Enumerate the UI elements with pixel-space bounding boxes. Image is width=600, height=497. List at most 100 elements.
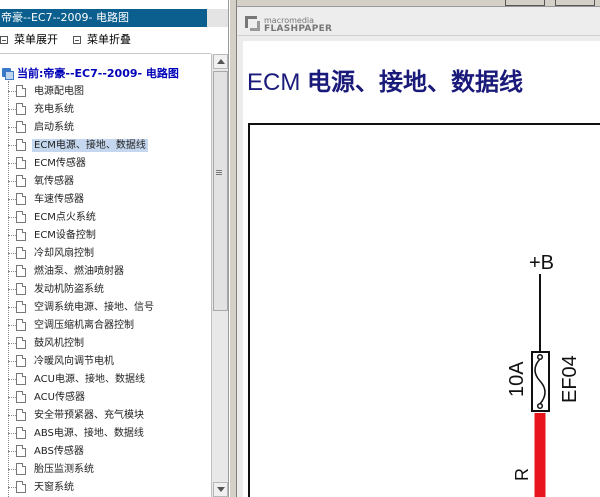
tree-branch-line [8,198,16,200]
tree-item[interactable]: ECM电源、接地、数据线 [8,136,148,154]
tree-item[interactable]: 冷却风扇控制 [8,244,96,262]
wire-color-label: R [512,468,532,481]
document-icon [16,445,26,457]
document-icon [16,247,26,259]
tree-branch-line [8,360,16,362]
flashpaper-logo-icon [245,16,262,33]
tree-branch-line [8,108,16,110]
tree-item[interactable]: ACU传感器 [8,388,87,406]
document-icon [16,481,26,493]
tree-branch-line [8,486,16,488]
tree-branch-line [8,162,16,164]
scroll-up-arrow-icon[interactable] [213,54,228,69]
tree-item-label: 充电系统 [34,103,74,115]
fuse-terminal-bottom [536,402,544,410]
fuse-terminal-top [536,353,544,361]
toolbar-button[interactable] [505,0,545,6]
fuse-id-label: EF04 [559,355,581,403]
tree-item-label: ECM点火系统 [34,211,96,223]
tree-branch-line [8,180,16,182]
document-icon [16,427,26,439]
document-icon [16,229,26,241]
tree-item-label: ABS传感器 [34,445,84,457]
flashpaper-header: macromedia FLASHPAPER [237,8,600,36]
tree-branch-line [8,252,16,254]
tree-item[interactable]: 发动机防盗系统 [8,280,106,298]
expand-icon [0,36,8,44]
tree-item-label: 燃油泵、燃油喷射器 [34,265,124,277]
tree-item-label: 氧传感器 [34,175,74,187]
tree-item-label: ACU传感器 [34,391,85,403]
tree-item[interactable]: ABS电源、接地、数据线 [8,424,146,442]
tree-branch-line [8,342,16,344]
scrollbar-grip-icon [216,170,222,175]
viewer-top-bar [237,0,600,7]
document-icon [16,319,26,331]
expand-menu-label: 菜单展开 [14,33,58,46]
tree-item-label: 冷却风扇控制 [34,247,94,259]
tree-item-label: 安全带预紧器、充气模块 [34,409,144,421]
tree-branch-line [8,216,16,218]
tree-item[interactable]: ECM设备控制 [8,226,98,244]
pane-splitter[interactable] [229,0,237,497]
book-icon [2,67,14,80]
tree-item[interactable]: 鼓风机控制 [8,334,86,352]
tree-item[interactable]: 空调压缩机离合器控制 [8,316,136,334]
document-tree: 当前:帝豪--EC7--2009- 电路图 电源配电图充电系统启动系统 ECM电源… [0,64,211,497]
tree-root[interactable]: 当前:帝豪--EC7--2009- 电路图 [2,64,179,82]
tree-item[interactable]: 空调系统电源、接地、信号 [8,298,156,316]
tree-item[interactable]: 胎压监测系统 [8,460,96,478]
toolbar-button[interactable] [555,0,595,6]
navigation-title: 帝豪--EC7--2009- 电路图 [0,9,207,27]
navigation-pane: 帝豪--EC7--2009- 电路图 菜单展开 菜单折叠 当前:帝豪--EC7-… [0,0,229,497]
tree-item-label: ECM设备控制 [34,229,96,241]
tree-item[interactable]: ABS传感器 [8,442,86,460]
tree-item[interactable]: 天窗系统 [8,478,76,496]
toolbar-divider [0,53,211,54]
tree-item[interactable]: 电源配电图 [8,82,86,100]
tree-item[interactable]: 冷暖风向调节电机 [8,352,116,370]
tree-item[interactable]: 安全带预紧器、充气模块 [8,406,146,424]
tree-branch-line [8,432,16,434]
tree-branch-line [8,234,16,236]
tree-scrollbar[interactable] [211,54,228,497]
tree-item[interactable]: ECM点火系统 [8,208,98,226]
tree-branch-line [8,90,16,92]
tree-item-label: 启动系统 [34,121,74,133]
document-icon [16,265,26,277]
tree-branch-line [8,396,16,398]
supply-label: +B [529,252,554,274]
tree-item-label: 鼓风机控制 [34,337,84,349]
document-icon [16,211,26,223]
app-window: 帝豪--EC7--2009- 电路图 菜单展开 菜单折叠 当前:帝豪--EC7-… [0,0,600,497]
tree-branch-line [8,306,16,308]
document-icon [16,355,26,367]
tree-item-label: 天窗系统 [34,481,74,493]
tree-branch-line [8,414,16,416]
tree-branch-line [8,288,16,290]
tree-item-label: ECM电源、接地、数据线 [32,138,148,152]
tree-item[interactable]: ECM传感器 [8,154,88,172]
expand-menu-button[interactable]: 菜单展开 [0,33,58,47]
fuse-rating-label: 10A [506,361,528,397]
document-icon [16,373,26,385]
document-icon [16,283,26,295]
tree-item[interactable]: 启动系统 [8,118,76,136]
tree-branch-line [8,126,16,128]
tree-item-label: ACU电源、接地、数据线 [34,373,145,385]
scrollbar-thumb[interactable] [213,71,228,311]
tree-branch-line [8,144,16,146]
tree-item[interactable]: 氧传感器 [8,172,76,190]
tree-branch-line [8,378,16,380]
tree-branch-line [8,450,16,452]
collapse-menu-button[interactable]: 菜单折叠 [73,33,131,47]
tree-item[interactable]: ACU电源、接地、数据线 [8,370,147,388]
title-bar-filler [207,9,228,27]
collapse-menu-label: 菜单折叠 [87,33,131,46]
scroll-down-arrow-icon[interactable] [213,482,228,497]
tree-item[interactable]: 燃油泵、燃油喷射器 [8,262,126,280]
document-page: ECM 电源、接地、数据线 +B 10A EF04 R [243,41,600,497]
tree-item[interactable]: 充电系统 [8,100,76,118]
tree-item[interactable]: 车速传感器 [8,190,86,208]
tree-branch-line [8,270,16,272]
